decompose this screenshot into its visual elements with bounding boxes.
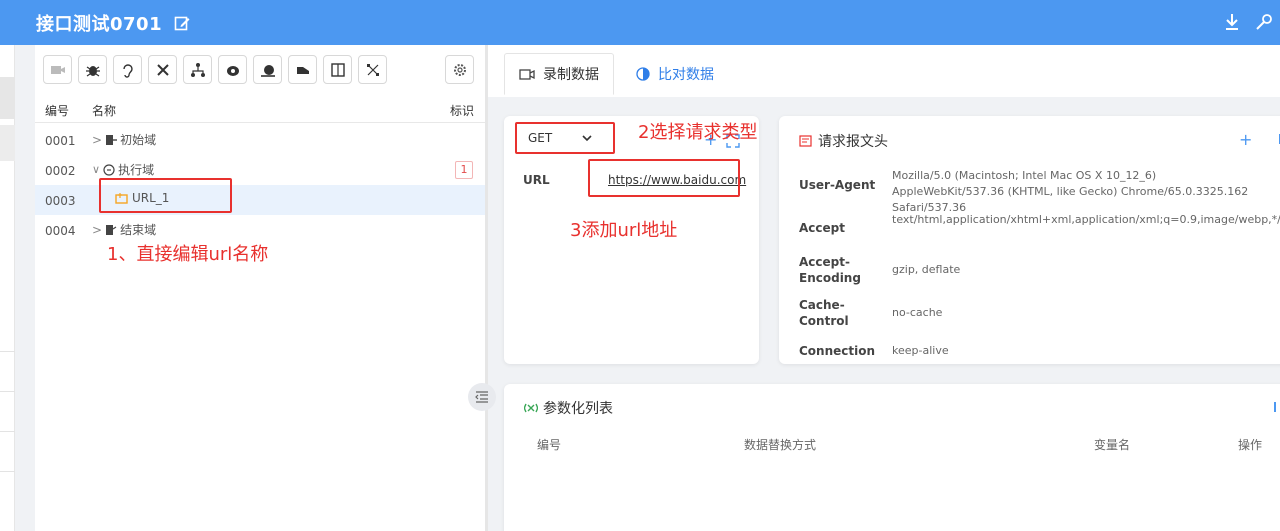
col-num-header: 编号 xyxy=(45,104,70,118)
col-name-header: 名称 xyxy=(92,104,117,118)
header-value[interactable]: gzip, deflate xyxy=(892,262,1252,278)
annotation-box-method xyxy=(515,122,615,154)
chevron-right-icon[interactable]: > xyxy=(92,133,102,147)
edit-title-icon[interactable] xyxy=(174,15,190,31)
panel-divider[interactable] xyxy=(485,45,488,531)
param-col-replace-mode: 数据替换方式 xyxy=(744,438,817,452)
param-col-num: 编号 xyxy=(537,438,562,452)
enter-door-icon xyxy=(106,134,118,145)
exit-door-icon xyxy=(106,224,117,235)
request-headers-card: 请求报文头 + User-Agent Mozilla/5.0 (Macintos… xyxy=(779,116,1280,364)
tree-node-label[interactable]: 结束域 xyxy=(120,221,156,238)
header-key: Accept xyxy=(799,221,845,235)
header-key: Cache-Control xyxy=(799,298,849,328)
collapse-panel-button[interactable] xyxy=(468,383,496,411)
annotation-box-url xyxy=(588,159,740,197)
header-value[interactable]: keep-alive xyxy=(892,343,1252,359)
param-col-variable: 变量名 xyxy=(1094,438,1131,452)
app-header: 接口测试0701 xyxy=(0,0,1280,45)
annotation-step2: 2选择请求类型 xyxy=(638,122,758,143)
annotation-step1: 1、直接编辑url名称 xyxy=(107,244,269,265)
compare-icon xyxy=(636,67,650,81)
network-icon[interactable] xyxy=(358,55,387,84)
tree-row[interactable]: 0001 > 初始域 xyxy=(35,125,485,155)
add-header-icon[interactable]: + xyxy=(1239,130,1252,149)
tools-icon[interactable] xyxy=(148,55,177,84)
annotation-box-url-name xyxy=(99,178,232,213)
header-key: Accept-Encoding xyxy=(799,255,861,285)
chevron-right-icon[interactable]: > xyxy=(92,223,102,237)
tab-compare-data[interactable]: 比对数据 xyxy=(622,53,728,95)
gear-icon xyxy=(453,63,466,76)
expand-icon[interactable] xyxy=(1274,402,1278,412)
header-doc-icon xyxy=(799,135,812,147)
header-key: Connection xyxy=(799,344,876,358)
snail-icon[interactable] xyxy=(253,55,282,84)
record-icon xyxy=(519,69,535,80)
annotation-step3: 3添加url地址 xyxy=(570,220,678,241)
headers-title: 请求报文头 xyxy=(799,131,888,151)
video-camera-icon[interactable] xyxy=(43,55,72,84)
param-col-action: 操作 xyxy=(1238,438,1263,452)
execute-icon xyxy=(103,163,115,176)
ear-icon[interactable] xyxy=(113,55,142,84)
tab-recorded-data[interactable]: 录制数据 xyxy=(504,53,614,95)
tree-toolbar xyxy=(43,55,387,84)
case-tree-panel: 编号 名称 标识 0001 > 初始域 0002 ∨ 执行域 1 0003 UR… xyxy=(35,45,485,531)
collapse-list-icon xyxy=(475,391,488,403)
chevron-down-icon[interactable]: ∨ xyxy=(92,163,100,176)
tree-table-header: 编号 名称 标识 xyxy=(35,97,485,123)
camera-icon[interactable] xyxy=(218,55,247,84)
left-edge-panel xyxy=(0,45,15,531)
params-list-card: 参数化列表 编号 数据替换方式 变量名 操作 xyxy=(504,384,1280,531)
params-title: 参数化列表 xyxy=(524,398,613,418)
settings-wrench-icon[interactable] xyxy=(1254,12,1274,32)
header-value[interactable]: no-cache xyxy=(892,305,1252,321)
tree-node-label[interactable]: 执行域 xyxy=(118,161,154,178)
url-label: URL xyxy=(523,173,550,187)
header-value[interactable]: Mozilla/5.0 (Macintosh; Intel Mac OS X 1… xyxy=(892,168,1252,216)
header-key: User-Agent xyxy=(799,178,876,192)
col-tag-header: 标识 xyxy=(450,104,475,118)
tabs-bar: 录制数据 比对数据 xyxy=(488,45,1280,97)
book-icon[interactable] xyxy=(323,55,352,84)
tree-node-label[interactable]: 初始域 xyxy=(120,131,156,148)
tag-badge: 1 xyxy=(455,161,473,179)
page-title: 接口测试0701 xyxy=(36,13,163,35)
header-value[interactable]: text/html,application/xhtml+xml,applicat… xyxy=(892,212,1280,228)
shoe-icon[interactable] xyxy=(288,55,317,84)
bug-icon[interactable] xyxy=(78,55,107,84)
download-icon[interactable] xyxy=(1222,12,1242,32)
hierarchy-icon[interactable] xyxy=(183,55,212,84)
variable-icon xyxy=(524,403,538,413)
tree-settings-button[interactable] xyxy=(445,55,474,84)
